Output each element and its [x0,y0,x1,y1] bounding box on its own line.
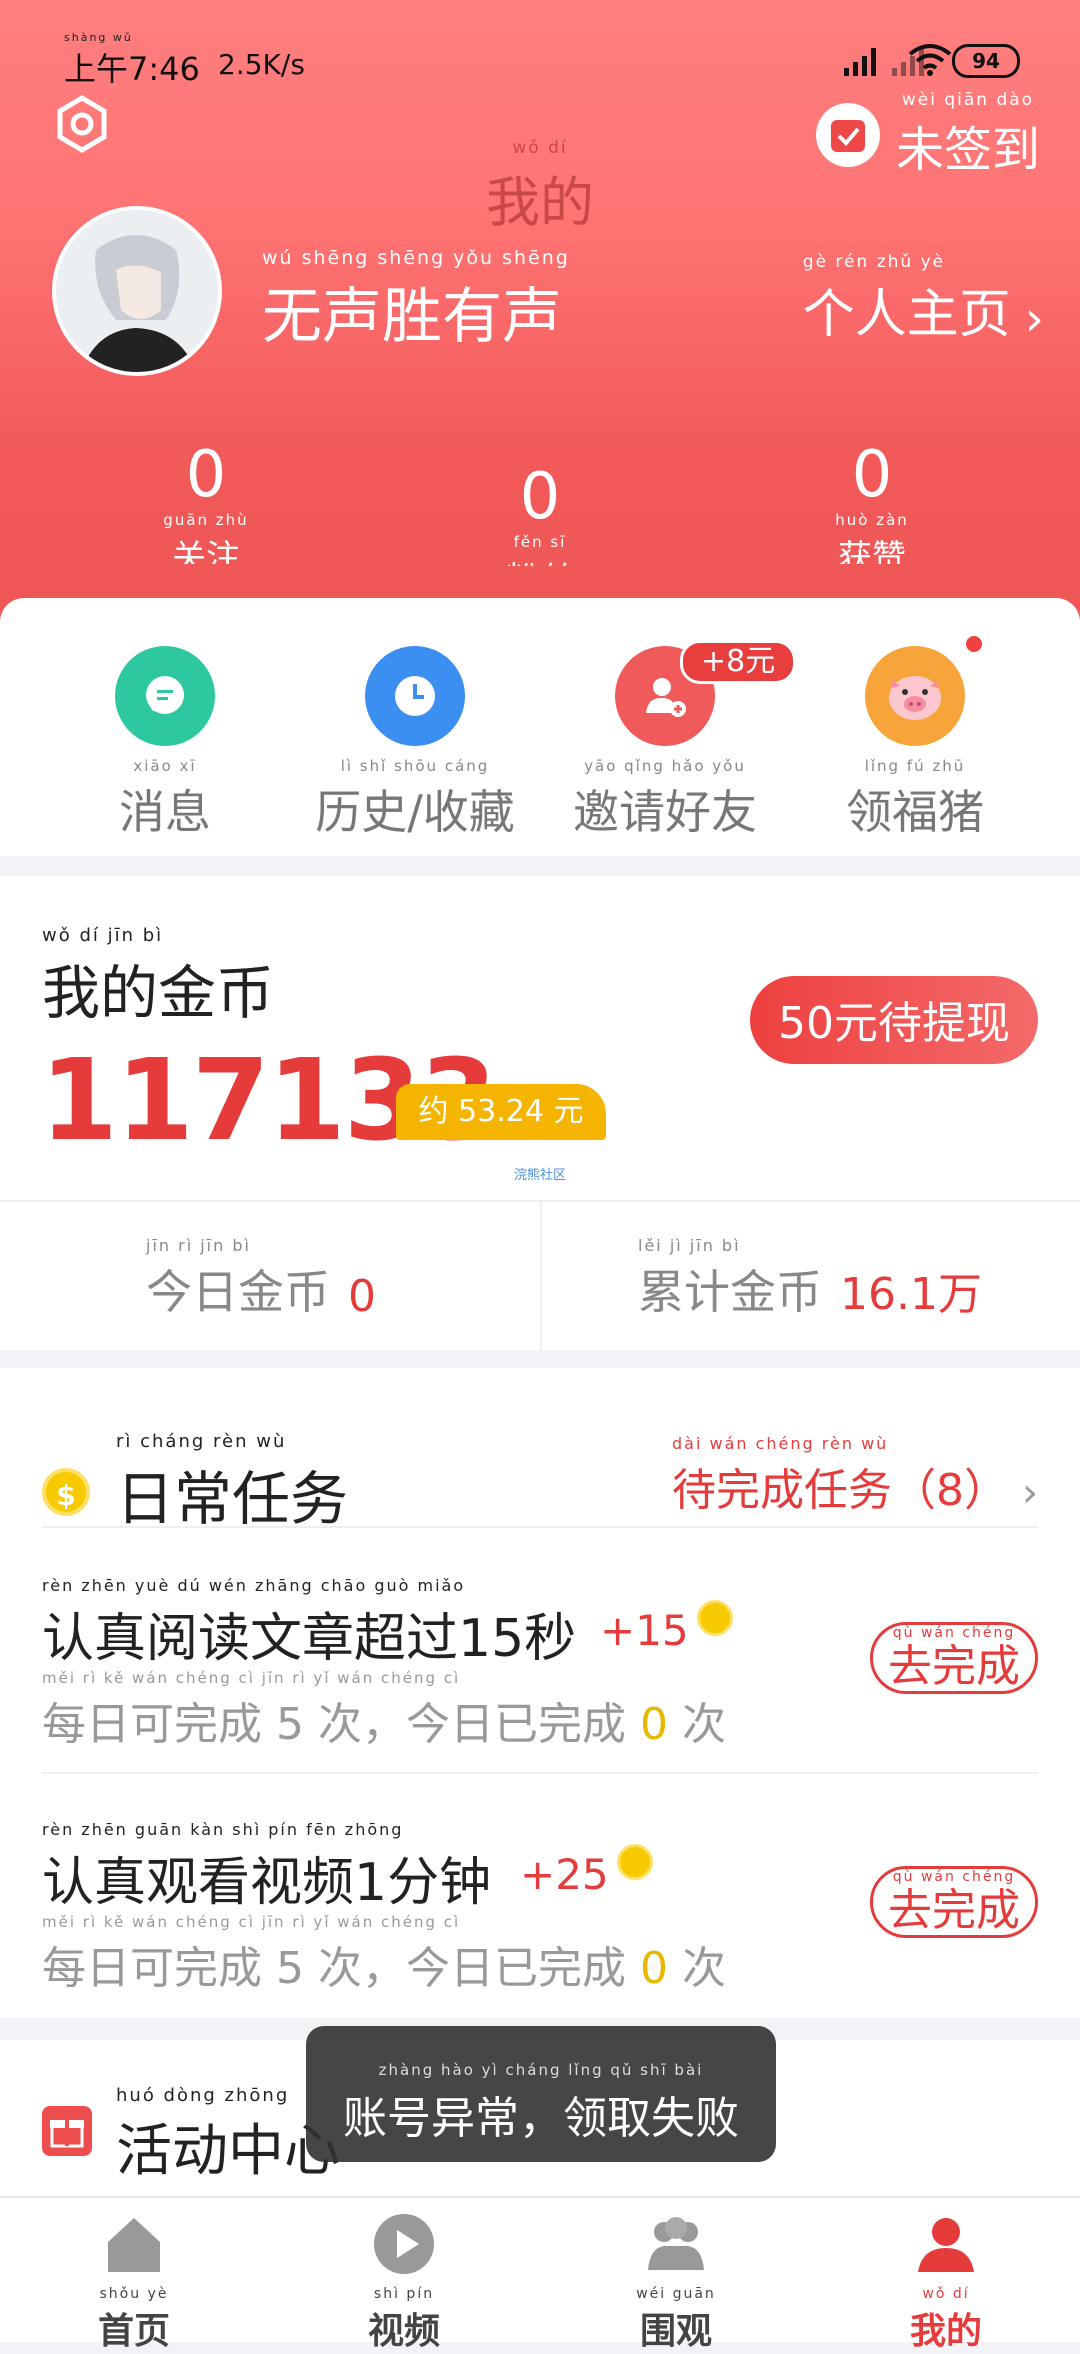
coins-approx-badge: 约 53.24 元 [396,1084,606,1140]
chevron-right-icon: › [1022,1470,1038,1516]
signin-button[interactable]: wèi qiān dào 未签到 [815,90,1040,180]
checkin-icon [815,103,880,167]
divider [42,1526,1038,1528]
divider [42,1772,1038,1774]
avatar[interactable] [52,206,222,376]
quick-action-history[interactable]: lì shǐ shōu cáng 历史/收藏 [295,646,535,842]
coin-icon [616,1844,653,1880]
task-name: rèn zhēn yuè dú wén zhāng chāo guò miǎo … [42,1576,577,1669]
group-icon [648,2217,704,2270]
nav-mine[interactable]: wǒ dí 我的 [846,2212,1046,2354]
homepage-link[interactable]: gè rén zhǔ yè 个人主页 › [803,252,1044,347]
coin-icon [696,1600,733,1636]
invite-bonus-badge: +8元 [680,640,797,684]
error-toast: zhàng hào yì cháng lǐng qǔ shī bài 账号异常，… [306,2026,776,2162]
divider [540,1202,542,1350]
clock-icon [365,646,465,746]
stat-likes[interactable]: 0 huò zàn 获赞 [762,440,982,564]
quick-action-pig[interactable]: lǐng fú zhū 领福猪 [795,646,1035,842]
tasks-title: rì cháng rèn wù 日常任务 [116,1431,349,1534]
gift-icon [42,2106,92,2156]
message-icon [115,646,215,746]
task-reward: +25 [520,1844,653,1899]
coins-title: wǒ dí jīn bì 我的金币 [42,925,275,1028]
tasks-header[interactable]: $ rì cháng rèn wù 日常任务 dài wán chéng rèn… [42,1410,1038,1533]
status-bar: shàng wǔ 上午7:46 2.5K/s 94 [64,32,1020,88]
task-item: rèn zhēn yuè dú wén zhāng chāo guò miǎo … [42,1576,1038,1786]
withdraw-button[interactable]: 50元待提现 [750,976,1038,1064]
wifi-icon [908,44,952,76]
bottom-nav: shǒu yè 首页 shì pín 视频 wéi guān 围观 wǒ dí … [0,2196,1080,2352]
stat-fans[interactable]: 0 fěn sī 粉丝 [430,462,650,566]
pending-tasks-link[interactable]: dài wán chéng rèn wù 待完成任务（8） [672,1434,1008,1518]
total-coins[interactable]: lěi jì jīn bì 累计金币 16.1万 [638,1236,982,1322]
coin-icon: $ [42,1468,90,1516]
nav-watch[interactable]: wéi guān 围观 [576,2212,776,2354]
battery-indicator: 94 [952,44,1020,78]
watermark: 浣熊社区 [514,1168,567,1183]
quick-actions: xiāo xī 消息 lì shǐ shōu cáng 历史/收藏 yāo qǐ… [0,598,1080,856]
user-icon [918,2218,974,2272]
task-desc: měi rì kě wán chéng cì jīn rì yǐ wán ché… [42,1913,726,1994]
task-reward: +15 [600,1600,733,1655]
chevron-right-icon: › [1024,291,1044,347]
task-go-button[interactable]: qù wán chéng 去完成 [870,1622,1038,1694]
pig-icon [865,646,965,746]
network-speed: 2.5K/s [218,48,305,81]
coins-card: wǒ dí jīn bì 我的金币 117133 约 53.24 元 50元待提… [0,876,1080,1350]
nav-home[interactable]: shǒu yè 首页 [34,2212,234,2354]
task-go-button[interactable]: qù wán chéng 去完成 [870,1866,1038,1938]
username: wú shēng shēng yǒu shēng 无声胜有声 [262,247,570,352]
today-coins[interactable]: jīn rì jīn bì 今日金币 0 [146,1236,376,1322]
nav-video[interactable]: shì pín 视频 [304,2212,504,2354]
task-name: rèn zhēn guān kàn shì pín fēn zhōng 认真观看… [42,1820,492,1913]
stat-following[interactable]: 0 guān zhù 关注 [96,440,316,564]
notification-dot [966,636,982,652]
home-icon [108,2218,160,2272]
status-time: shàng wǔ 上午7:46 [64,31,200,89]
daily-tasks-card: $ rì cháng rèn wù 日常任务 dài wán chéng rèn… [0,1368,1080,2018]
play-icon [374,2214,434,2274]
signal-icon [844,44,876,76]
task-desc: měi rì kě wán chéng cì jīn rì yǐ wán ché… [42,1669,726,1750]
quick-action-messages[interactable]: xiāo xī 消息 [45,646,285,842]
task-item: rèn zhēn guān kàn shì pín fēn zhōng 认真观看… [42,1820,1038,2030]
